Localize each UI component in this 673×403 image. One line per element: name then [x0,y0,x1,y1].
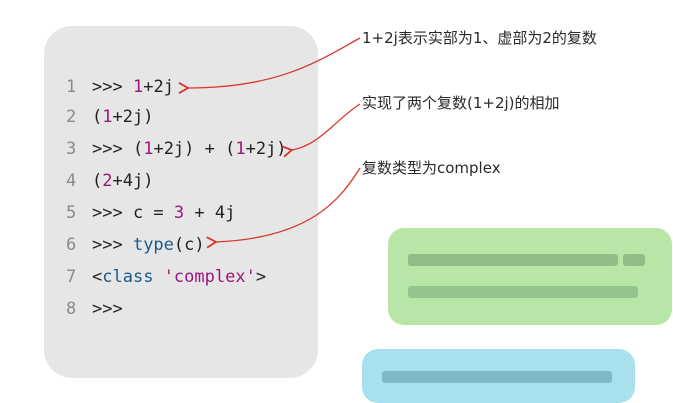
arrow-to-line-3 [281,103,361,158]
arrow-to-line-6 [206,167,361,249]
redacted-card-green [388,228,672,325]
annotation-arrows [178,37,361,249]
arrow-to-line-1 [178,37,361,94]
redacted-card-blue [362,349,635,403]
